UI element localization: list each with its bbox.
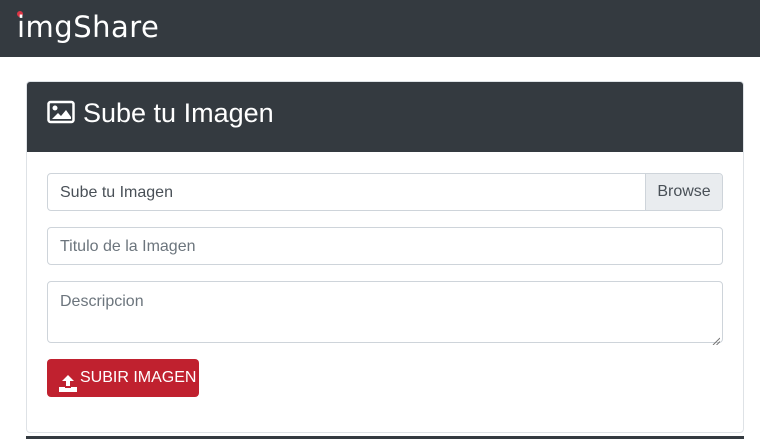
description-textarea[interactable]: Descripcion bbox=[47, 281, 723, 346]
file-input[interactable]: Sube tu Imagen Browse bbox=[47, 173, 723, 211]
submit-button[interactable]: SUBIR IMAGEN bbox=[47, 359, 199, 397]
submit-label: SUBIR IMAGEN bbox=[80, 369, 197, 386]
title-input[interactable]: Titulo de la Imagen bbox=[47, 227, 723, 265]
navbar: imgShare bbox=[0, 0, 760, 57]
resize-grip-icon[interactable] bbox=[712, 332, 721, 346]
brand-logo[interactable]: imgShare bbox=[17, 9, 159, 45]
browse-button[interactable]: Browse bbox=[645, 174, 722, 210]
upload-card: Sube tu Imagen Sube tu Imagen Browse Tit… bbox=[26, 81, 744, 433]
image-icon bbox=[47, 100, 75, 124]
title-input-placeholder: Titulo de la Imagen bbox=[60, 238, 196, 255]
card-title: Sube tu Imagen bbox=[83, 98, 274, 128]
upload-icon bbox=[59, 369, 77, 392]
description-placeholder: Descripcion bbox=[60, 293, 144, 310]
card-header: Sube tu Imagen bbox=[27, 82, 743, 152]
file-input-label: Sube tu Imagen bbox=[60, 184, 173, 201]
